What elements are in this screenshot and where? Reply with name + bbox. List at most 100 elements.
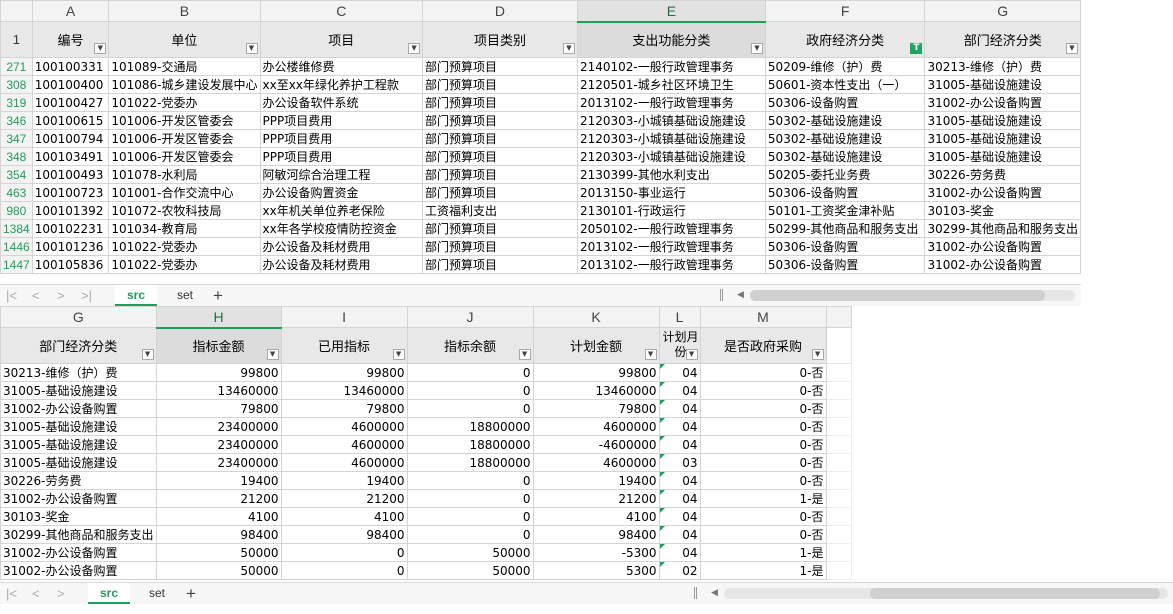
header-cell-project[interactable]: 项目 ▼	[259, 21, 424, 58]
table-cell[interactable]: 30103-奖金	[924, 201, 1081, 220]
table-cell[interactable]: 2120501-城乡社区环境卫生	[576, 75, 766, 94]
table-cell[interactable]: 50299-其他商品和服务支出	[764, 219, 926, 238]
table-cell[interactable]: 99800	[532, 363, 660, 382]
table-cell[interactable]: 50000	[406, 561, 534, 580]
table-cell[interactable]: 1-是	[699, 543, 827, 562]
table-cell[interactable]: 101022-党委办	[108, 255, 261, 274]
table-cell[interactable]: 13460000	[280, 381, 408, 400]
table-cell[interactable]: 31002-办公设备购置	[0, 561, 157, 580]
next-sheet-icon[interactable]: >	[57, 586, 65, 601]
sheet-tab-set[interactable]: set	[165, 285, 205, 306]
scroll-left-icon[interactable]: ◀	[711, 587, 718, 598]
table-cell[interactable]: 100105836	[31, 255, 110, 274]
table-cell[interactable]: 50306-设备购置	[764, 93, 926, 112]
table-cell[interactable]: 0	[406, 489, 534, 508]
table-cell[interactable]: 101001-合作交流中心	[108, 183, 261, 202]
table-cell[interactable]: 0-否	[699, 399, 827, 418]
table-cell[interactable]: 0-否	[699, 417, 827, 436]
table-cell[interactable]: 部门预算项目	[422, 147, 578, 166]
table-cell[interactable]: 2130399-其他水利支出	[576, 165, 766, 184]
table-cell[interactable]: 99800	[155, 363, 282, 382]
empty-cell[interactable]	[825, 363, 852, 382]
header-cell-quota-balance[interactable]: 指标余额 ▼	[406, 327, 534, 364]
row-number[interactable]: 308	[0, 75, 33, 94]
filter-dropdown-icon[interactable]: ▼	[1066, 43, 1078, 54]
table-cell[interactable]: 31002-办公设备购置	[924, 93, 1081, 112]
table-cell[interactable]: 部门预算项目	[422, 129, 578, 148]
table-cell[interactable]: 50601-资本性支出（一）	[764, 75, 926, 94]
table-cell[interactable]: 31005-基础设施建设	[0, 381, 157, 400]
column-header-i[interactable]: I	[280, 306, 408, 328]
table-cell[interactable]: 30213-维修（护）费	[924, 57, 1081, 76]
table-cell[interactable]: 办公设备及耗材费用	[259, 237, 424, 256]
table-cell[interactable]: 50302-基础设施建设	[764, 147, 926, 166]
table-cell[interactable]: 30213-维修（护）费	[0, 363, 157, 382]
table-cell[interactable]: 04	[658, 399, 701, 418]
header-cell-plan-month[interactable]: 计划月份 ▼	[658, 327, 701, 364]
table-cell[interactable]: 31002-办公设备购置	[924, 237, 1081, 256]
table-cell[interactable]: 101022-党委办	[108, 93, 261, 112]
table-cell[interactable]: 办公设备及耗材费用	[259, 255, 424, 274]
header-cell-used-quota[interactable]: 已用指标 ▼	[280, 327, 408, 364]
table-cell[interactable]: 0-否	[699, 525, 827, 544]
select-all-corner[interactable]	[0, 0, 33, 22]
table-cell[interactable]: 部门预算项目	[422, 165, 578, 184]
filter-dropdown-icon[interactable]: ▼	[392, 349, 405, 360]
column-header-d[interactable]: D	[422, 0, 578, 22]
filter-active-icon[interactable]: T	[910, 43, 923, 54]
table-cell[interactable]: 部门预算项目	[422, 237, 578, 256]
table-cell[interactable]: 31005-基础设施建设	[924, 75, 1081, 94]
table-cell[interactable]: -5300	[532, 543, 660, 562]
empty-cell[interactable]	[825, 453, 852, 472]
table-cell[interactable]: 23400000	[155, 435, 282, 454]
scroll-left-icon[interactable]: ◀	[737, 289, 744, 300]
table-cell[interactable]: -4600000	[532, 435, 660, 454]
table-cell[interactable]: 50000	[406, 543, 534, 562]
table-cell[interactable]: 50000	[155, 561, 282, 580]
table-cell[interactable]: 101078-水利局	[108, 165, 261, 184]
table-cell[interactable]: 4100	[155, 507, 282, 526]
column-header-m[interactable]: M	[699, 306, 827, 328]
table-cell[interactable]: 18800000	[406, 453, 534, 472]
column-header-a[interactable]: A	[31, 0, 110, 22]
horizontal-scrollbar[interactable]	[750, 290, 1075, 301]
sheet-tab-src[interactable]: src	[88, 583, 131, 604]
row-number[interactable]: 1384	[0, 219, 33, 238]
column-header-k[interactable]: K	[532, 306, 660, 328]
table-cell[interactable]: 101006-开发区管委会	[108, 129, 261, 148]
column-header-blank[interactable]	[825, 306, 852, 328]
table-cell[interactable]: 31005-基础设施建设	[0, 453, 157, 472]
add-sheet-icon[interactable]: +	[213, 286, 223, 306]
table-cell[interactable]: 4100	[532, 507, 660, 526]
table-cell[interactable]: 21200	[155, 489, 282, 508]
table-cell[interactable]: 2013102-一般行政管理事务	[576, 237, 766, 256]
tab-scroll-splitter[interactable]	[720, 289, 723, 301]
table-cell[interactable]: PPP项目费用	[259, 147, 424, 166]
table-cell[interactable]: xx年各学校疫情防控资金	[259, 219, 424, 238]
table-cell[interactable]: 50209-维修（护）费	[764, 57, 926, 76]
table-cell[interactable]: xx年机关单位养老保险	[259, 201, 424, 220]
column-header-j[interactable]: J	[406, 306, 534, 328]
table-cell[interactable]: 100103491	[31, 147, 110, 166]
column-header-e[interactable]: E	[576, 0, 766, 23]
header-cell-quota-amount[interactable]: 指标金额 ▼	[155, 327, 282, 364]
table-cell[interactable]: 0	[406, 525, 534, 544]
header-cell-gov-procurement[interactable]: 是否政府采购 ▼	[699, 327, 827, 364]
header-cell-dept-econ-class[interactable]: 部门经济分类 ▼	[924, 21, 1081, 58]
row-number[interactable]: 347	[0, 129, 33, 148]
table-cell[interactable]: 部门预算项目	[422, 183, 578, 202]
table-cell[interactable]: xx至xx年绿化养护工程款	[259, 75, 424, 94]
table-cell[interactable]: 04	[658, 435, 701, 454]
table-cell[interactable]: 101006-开发区管委会	[108, 111, 261, 130]
table-cell[interactable]: 办公设备软件系统	[259, 93, 424, 112]
table-cell[interactable]: 0-否	[699, 453, 827, 472]
header-cell-function-class[interactable]: 支出功能分类 ▼	[576, 21, 766, 58]
table-cell[interactable]: 50205-委托业务费	[764, 165, 926, 184]
table-cell[interactable]: 79800	[532, 399, 660, 418]
table-cell[interactable]: 0	[406, 381, 534, 400]
table-cell[interactable]: 30226-劳务费	[924, 165, 1081, 184]
table-cell[interactable]: 100102231	[31, 219, 110, 238]
table-cell[interactable]: 31005-基础设施建设	[0, 435, 157, 454]
table-cell[interactable]: 部门预算项目	[422, 219, 578, 238]
empty-cell[interactable]	[825, 543, 852, 562]
